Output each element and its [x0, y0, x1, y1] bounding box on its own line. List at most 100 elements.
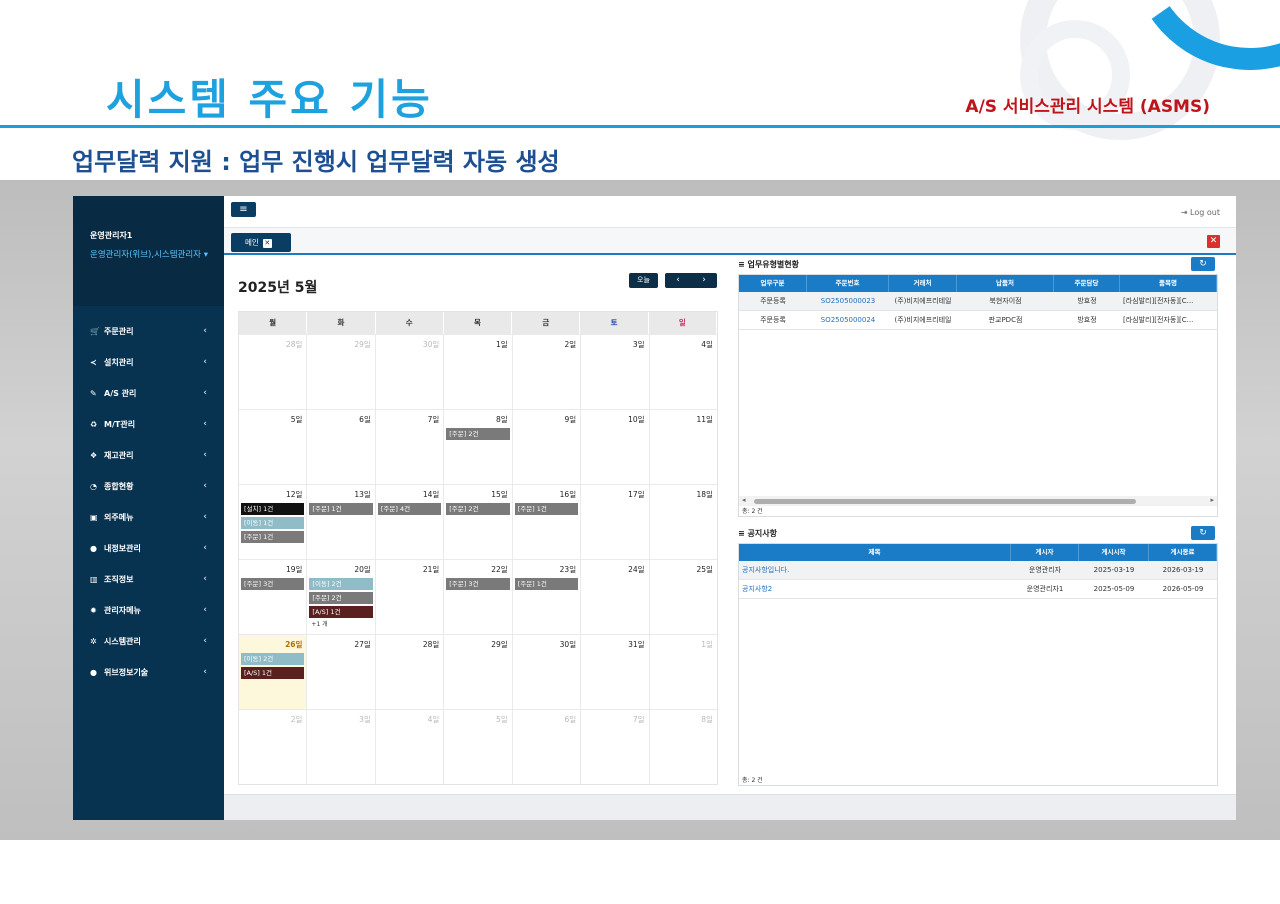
- calendar-day-cell[interactable]: 13일 [주문] 1건: [307, 485, 376, 559]
- calendar-day-cell[interactable]: 7일: [581, 710, 650, 784]
- column-header[interactable]: 거래처: [889, 275, 957, 292]
- prev-month-button[interactable]: ‹: [665, 273, 691, 288]
- calendar-day-cell[interactable]: 7일: [376, 410, 445, 484]
- calendar-day-cell[interactable]: 31일: [581, 635, 650, 709]
- calendar-day-cell[interactable]: 4일: [650, 335, 717, 409]
- calendar-event[interactable]: [설치] 1건: [241, 503, 305, 515]
- calendar-day-cell[interactable]: 3일: [307, 710, 376, 784]
- column-header[interactable]: 제목: [739, 544, 1011, 561]
- next-month-button[interactable]: ›: [691, 273, 717, 288]
- horizontal-scrollbar[interactable]: ◂ ▸: [739, 496, 1217, 506]
- close-all-tabs-button[interactable]: ✕: [1207, 235, 1220, 248]
- calendar-day-cell[interactable]: 22일 [주문] 3건: [444, 560, 513, 634]
- calendar-day-cell[interactable]: 20일 [이동] 2건 [주문] 2건 [A/S] 1건 +1 개: [307, 560, 376, 634]
- calendar-event[interactable]: [주문] 1건: [241, 531, 305, 543]
- tab-main[interactable]: 메인 ✕: [231, 233, 291, 252]
- calendar-day-cell[interactable]: 10일: [581, 410, 650, 484]
- calendar-day-cell[interactable]: 4일: [376, 710, 445, 784]
- calendar-event[interactable]: [주문] 1건: [514, 578, 579, 590]
- close-icon[interactable]: ✕: [262, 239, 272, 248]
- table-row[interactable]: 주문등록 SO2505000023 (주)비지에프리테일 북현자이점 방효정 [라심발리]…: [739, 292, 1217, 311]
- table-row[interactable]: 공지사항입니다. 운영관리자 2025-03-19 2026-03-19: [739, 561, 1217, 580]
- calendar-day-cell[interactable]: 30일: [376, 335, 445, 409]
- sidebar-item[interactable]: ● 내정보관리 ‹: [73, 533, 224, 564]
- table-row[interactable]: 주문등록 SO2505000024 (주)비지에프리테일 판교PDC점 방효정 [라심발리…: [739, 311, 1217, 330]
- calendar-day-cell[interactable]: 30일: [513, 635, 582, 709]
- calendar-event[interactable]: [이동] 2건: [309, 578, 373, 590]
- refresh-icon[interactable]: ↻: [1191, 257, 1215, 271]
- calendar-day-cell[interactable]: 11일: [650, 410, 717, 484]
- calendar-event[interactable]: [주문] 3건: [241, 578, 305, 590]
- calendar-day-cell[interactable]: 8일 [주문] 2건: [444, 410, 513, 484]
- sidebar-item[interactable]: ● 위브정보기술 ‹: [73, 657, 224, 688]
- calendar-day-cell[interactable]: 9일: [513, 410, 582, 484]
- sidebar-item[interactable]: ♻ M/T관리 ‹: [73, 409, 224, 440]
- calendar-day-cell[interactable]: 16일 [주문] 1건: [513, 485, 582, 559]
- calendar-day-cell[interactable]: 28일: [376, 635, 445, 709]
- calendar-day-cell[interactable]: 5일: [239, 410, 308, 484]
- calendar-event[interactable]: [주문] 2건: [446, 428, 510, 440]
- sidebar-item[interactable]: ✲ 시스템관리 ‹: [73, 626, 224, 657]
- calendar-event[interactable]: [주문] 2건: [309, 592, 373, 604]
- sidebar-item[interactable]: ❖ 재고관리 ‹: [73, 440, 224, 471]
- calendar-day-cell[interactable]: 2일: [239, 710, 308, 784]
- calendar-day-cell[interactable]: 21일: [376, 560, 445, 634]
- sidebar-item[interactable]: ▥ 조직정보 ‹: [73, 564, 224, 595]
- calendar-event[interactable]: [주문] 2건: [446, 503, 510, 515]
- scroll-right-icon[interactable]: ▸: [1210, 496, 1214, 504]
- calendar-day-cell[interactable]: 2일: [513, 335, 582, 409]
- column-header[interactable]: 주문담당: [1054, 275, 1120, 292]
- table-cell[interactable]: SO2505000023: [807, 292, 889, 310]
- calendar-day-cell[interactable]: 3일: [581, 335, 650, 409]
- sidebar-item[interactable]: ≺ 설치관리 ‹: [73, 347, 224, 378]
- scrollbar-thumb[interactable]: [754, 499, 1136, 504]
- today-button[interactable]: 오늘: [629, 273, 658, 288]
- calendar-day-cell[interactable]: 23일 [주문] 1건: [513, 560, 582, 634]
- calendar-event[interactable]: [주문] 1건: [514, 503, 579, 515]
- user-role-dropdown[interactable]: 운영관리자(위브),시스템관리자 ▾: [90, 246, 215, 264]
- calendar-event[interactable]: [A/S] 1건: [241, 667, 305, 679]
- sidebar-item[interactable]: ✎ A/S 관리 ‹: [73, 378, 224, 409]
- calendar-day-cell[interactable]: 15일 [주문] 2건: [444, 485, 513, 559]
- calendar-day-cell[interactable]: 8일: [650, 710, 717, 784]
- calendar-day-cell[interactable]: 24일: [581, 560, 650, 634]
- table-row[interactable]: 공지사항2 운영관리자1 2025-05-09 2026-05-09: [739, 580, 1217, 599]
- calendar-event[interactable]: [주문] 3건: [446, 578, 510, 590]
- column-header[interactable]: 업무구분: [739, 275, 807, 292]
- column-header[interactable]: 게시자: [1011, 544, 1079, 561]
- calendar-day-cell[interactable]: 27일: [307, 635, 376, 709]
- calendar-day-cell[interactable]: 1일: [444, 335, 513, 409]
- sidebar-item[interactable]: ▣ 외주메뉴 ‹: [73, 502, 224, 533]
- calendar-day-cell[interactable]: 18일: [650, 485, 717, 559]
- sidebar-item[interactable]: 🛒 주문관리 ‹: [73, 316, 224, 347]
- more-events-link[interactable]: +1 개: [311, 619, 374, 628]
- calendar-event[interactable]: [주문] 4건: [377, 503, 442, 515]
- calendar-event[interactable]: [이동] 1건: [241, 517, 305, 529]
- table-cell[interactable]: 공지사항입니다.: [739, 561, 1011, 579]
- sidebar-item[interactable]: ◔ 종합현황 ‹: [73, 471, 224, 502]
- column-header[interactable]: 품목명: [1120, 275, 1217, 292]
- calendar-day-cell[interactable]: 19일 [주문] 3건: [239, 560, 308, 634]
- scroll-left-icon[interactable]: ◂: [742, 496, 746, 504]
- calendar-day-cell[interactable]: 25일: [650, 560, 717, 634]
- table-cell[interactable]: SO2505000024: [807, 311, 889, 329]
- sidebar-item[interactable]: ✹ 관리자메뉴 ‹: [73, 595, 224, 626]
- calendar-day-cell[interactable]: 6일: [307, 410, 376, 484]
- column-header[interactable]: 주문번호: [807, 275, 889, 292]
- calendar-day-cell[interactable]: 6일: [513, 710, 582, 784]
- refresh-icon[interactable]: ↻: [1191, 526, 1215, 540]
- calendar-day-cell[interactable]: 5일: [444, 710, 513, 784]
- menu-toggle-button[interactable]: ≡: [231, 202, 256, 217]
- calendar-day-cell[interactable]: 14일 [주문] 4건: [376, 485, 445, 559]
- calendar-day-cell[interactable]: 28일: [239, 335, 308, 409]
- logout-button[interactable]: ⇥ Log out: [1181, 208, 1220, 217]
- column-header[interactable]: 납품처: [957, 275, 1054, 292]
- calendar-event[interactable]: [주문] 1건: [309, 503, 373, 515]
- calendar-event[interactable]: [이동] 2건: [241, 653, 305, 665]
- calendar-day-cell[interactable]: 29일: [307, 335, 376, 409]
- calendar-day-cell[interactable]: 29일: [444, 635, 513, 709]
- column-header[interactable]: 게시종료: [1149, 544, 1217, 561]
- calendar-day-cell[interactable]: 12일 [설치] 1건 [이동] 1건 [주문] 1건: [239, 485, 308, 559]
- calendar-day-cell[interactable]: 26일 [이동] 2건 [A/S] 1건: [239, 635, 308, 709]
- calendar-day-cell[interactable]: 1일: [650, 635, 717, 709]
